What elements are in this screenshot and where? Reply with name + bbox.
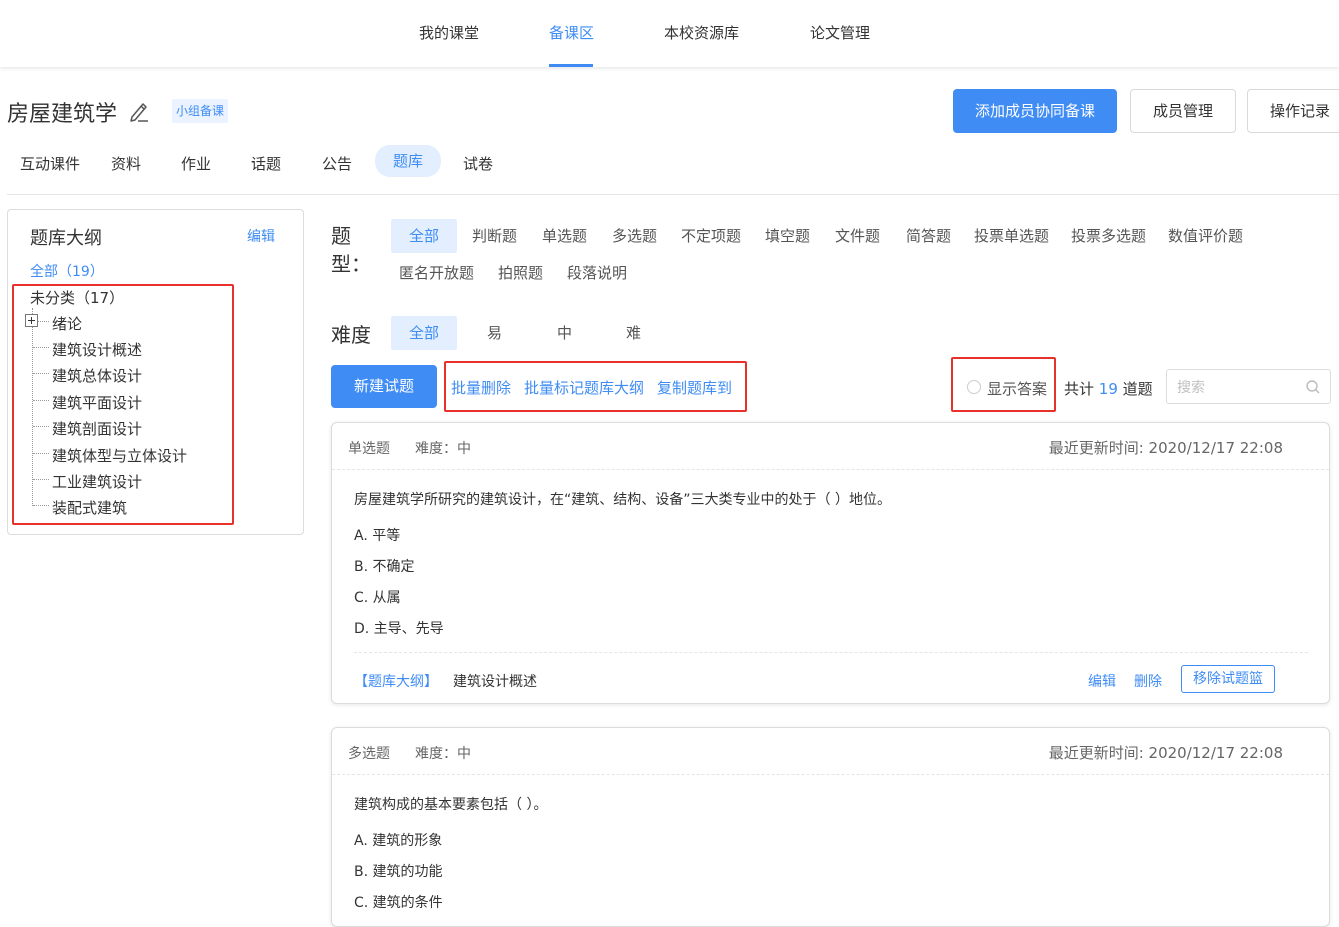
tab-announcements[interactable]: 公告	[322, 149, 352, 179]
type-filter-option[interactable]: 填空题	[765, 219, 810, 253]
add-member-button[interactable]: 添加成员协同备课	[953, 89, 1117, 133]
course-title: 房屋建筑学	[7, 102, 118, 127]
expand-plus-icon[interactable]	[25, 314, 38, 327]
search-input[interactable]	[1175, 375, 1299, 401]
type-filter-option[interactable]: 拍照题	[498, 256, 543, 290]
tree-connector	[33, 347, 49, 348]
total-count-text: 共计 19 道题	[1064, 378, 1153, 399]
active-nav-indicator	[549, 64, 593, 67]
show-answer-label[interactable]: 显示答案	[987, 378, 1047, 399]
total-count: 19	[1098, 380, 1118, 398]
question-option: D. 主导、先导	[354, 621, 444, 637]
question-card: 多选题 难度：中 最近更新时间: 2020/12/17 22:08 建筑构成的基…	[331, 727, 1330, 927]
total-prefix: 共计	[1064, 380, 1095, 398]
batch-mark-outline-link[interactable]: 批量标记题库大纲	[524, 377, 644, 398]
outline-item[interactable]: 绪论	[52, 313, 82, 334]
question-card: 单选题 难度：中 最近更新时间: 2020/12/17 22:08 房屋建筑学所…	[331, 422, 1330, 704]
batch-delete-link[interactable]: 批量删除	[451, 377, 511, 398]
question-stem: 房屋建筑学所研究的建筑设计，在“建筑、结构、设备”三大类专业中的处于（ ）地位。	[354, 492, 891, 508]
edit-pencil-icon[interactable]	[128, 98, 150, 124]
type-filter-option[interactable]: 多选题	[612, 219, 657, 253]
type-filter-option[interactable]: 简答题	[906, 219, 951, 253]
question-type: 单选题	[348, 441, 390, 457]
outline-uncategorized-item[interactable]: 未分类（17）	[30, 287, 124, 308]
outline-item[interactable]: 建筑体型与立体设计	[52, 445, 187, 466]
difficulty-label: 难度	[331, 323, 371, 347]
show-answer-radio[interactable]	[967, 380, 981, 394]
question-option: B. 不确定	[354, 559, 415, 575]
question-stem: 建筑构成的基本要素包括（ ）。	[354, 797, 548, 813]
difficulty-filter-option[interactable]: 易	[487, 316, 502, 350]
outline-item[interactable]: 建筑设计概述	[52, 339, 142, 360]
tab-exam-papers[interactable]: 试卷	[463, 149, 493, 179]
nav-school-resources[interactable]: 本校资源库	[664, 22, 739, 43]
search-icon[interactable]	[1305, 379, 1321, 395]
difficulty-filter-option[interactable]: 难	[626, 316, 641, 350]
outline-all-item[interactable]: 全部（19）	[30, 261, 104, 281]
question-difficulty: 难度：中	[415, 441, 471, 457]
tab-topics[interactable]: 话题	[251, 149, 281, 179]
outline-item[interactable]: 建筑总体设计	[52, 365, 142, 386]
tree-connector	[33, 400, 49, 401]
question-option: C. 建筑的条件	[354, 895, 443, 911]
outline-name: 建筑设计概述	[453, 674, 537, 690]
nav-lesson-prep[interactable]: 备课区	[549, 22, 594, 43]
divider	[332, 774, 1329, 775]
question-option: A. 建筑的形象	[354, 833, 443, 849]
type-filter-all[interactable]: 全部	[391, 219, 457, 253]
type-filter-option[interactable]: 投票多选题	[1071, 219, 1146, 253]
outline-item[interactable]: 装配式建筑	[52, 497, 127, 518]
question-type-label: 题型：	[331, 224, 371, 276]
tab-homework[interactable]: 作业	[181, 149, 211, 179]
outline-item[interactable]: 建筑剖面设计	[52, 418, 142, 439]
outline-title: 题库大纲	[30, 228, 102, 249]
question-updated-time: 最近更新时间: 2020/12/17 22:08	[1048, 439, 1283, 457]
tree-connector	[33, 373, 49, 374]
type-filter-option[interactable]: 文件题	[835, 219, 880, 253]
tree-connector	[33, 479, 49, 480]
tab-interactive-courseware[interactable]: 互动课件	[20, 149, 80, 179]
edit-question-link[interactable]: 编辑	[1088, 671, 1116, 691]
type-filter-option[interactable]: 匿名开放题	[399, 256, 474, 290]
delete-question-link[interactable]: 删除	[1134, 671, 1162, 691]
question-option: A. 平等	[354, 528, 401, 544]
question-type: 多选题	[348, 746, 390, 762]
tree-connector	[33, 453, 49, 454]
tab-materials[interactable]: 资料	[111, 149, 141, 179]
question-difficulty: 难度：中	[415, 746, 471, 762]
tree-connector	[32, 308, 33, 506]
type-filter-option[interactable]: 判断题	[472, 219, 517, 253]
group-prep-badge: 小组备课	[172, 99, 229, 123]
search-box	[1166, 369, 1331, 404]
nav-thesis-management[interactable]: 论文管理	[810, 22, 870, 43]
divider	[332, 469, 1329, 470]
outline-edit-link[interactable]: 编辑	[247, 226, 275, 246]
type-filter-option[interactable]: 投票单选题	[974, 219, 1049, 253]
top-navigation: 我的课堂 备课区 本校资源库 论文管理	[0, 0, 1339, 67]
total-suffix: 道题	[1122, 380, 1153, 398]
type-filter-option[interactable]: 数值评价题	[1168, 219, 1243, 253]
tree-connector	[33, 426, 49, 427]
question-option: C. 从属	[354, 590, 401, 606]
divider	[354, 652, 1308, 653]
difficulty-filter-all[interactable]: 全部	[391, 316, 457, 350]
nav-my-classroom[interactable]: 我的课堂	[419, 22, 479, 43]
new-question-button[interactable]: 新建试题	[331, 365, 437, 408]
question-option: B. 建筑的功能	[354, 864, 443, 880]
outline-tag: 【题库大纲】	[354, 674, 438, 690]
tab-question-bank[interactable]: 题库	[375, 145, 441, 177]
outline-item[interactable]: 工业建筑设计	[52, 471, 142, 492]
question-updated-time: 最近更新时间: 2020/12/17 22:08	[1048, 744, 1283, 762]
member-management-button[interactable]: 成员管理	[1130, 89, 1236, 133]
remove-from-basket-button[interactable]: 移除试题篮	[1181, 665, 1275, 693]
type-filter-option[interactable]: 不定项题	[681, 219, 741, 253]
divider	[7, 194, 1339, 195]
tree-connector	[33, 505, 49, 506]
copy-question-bank-link[interactable]: 复制题库到	[657, 377, 732, 398]
outline-item[interactable]: 建筑平面设计	[52, 392, 142, 413]
operation-log-button[interactable]: 操作记录	[1247, 89, 1339, 133]
type-filter-option[interactable]: 段落说明	[567, 256, 627, 290]
type-filter-option[interactable]: 单选题	[542, 219, 587, 253]
difficulty-filter-option[interactable]: 中	[557, 316, 572, 350]
